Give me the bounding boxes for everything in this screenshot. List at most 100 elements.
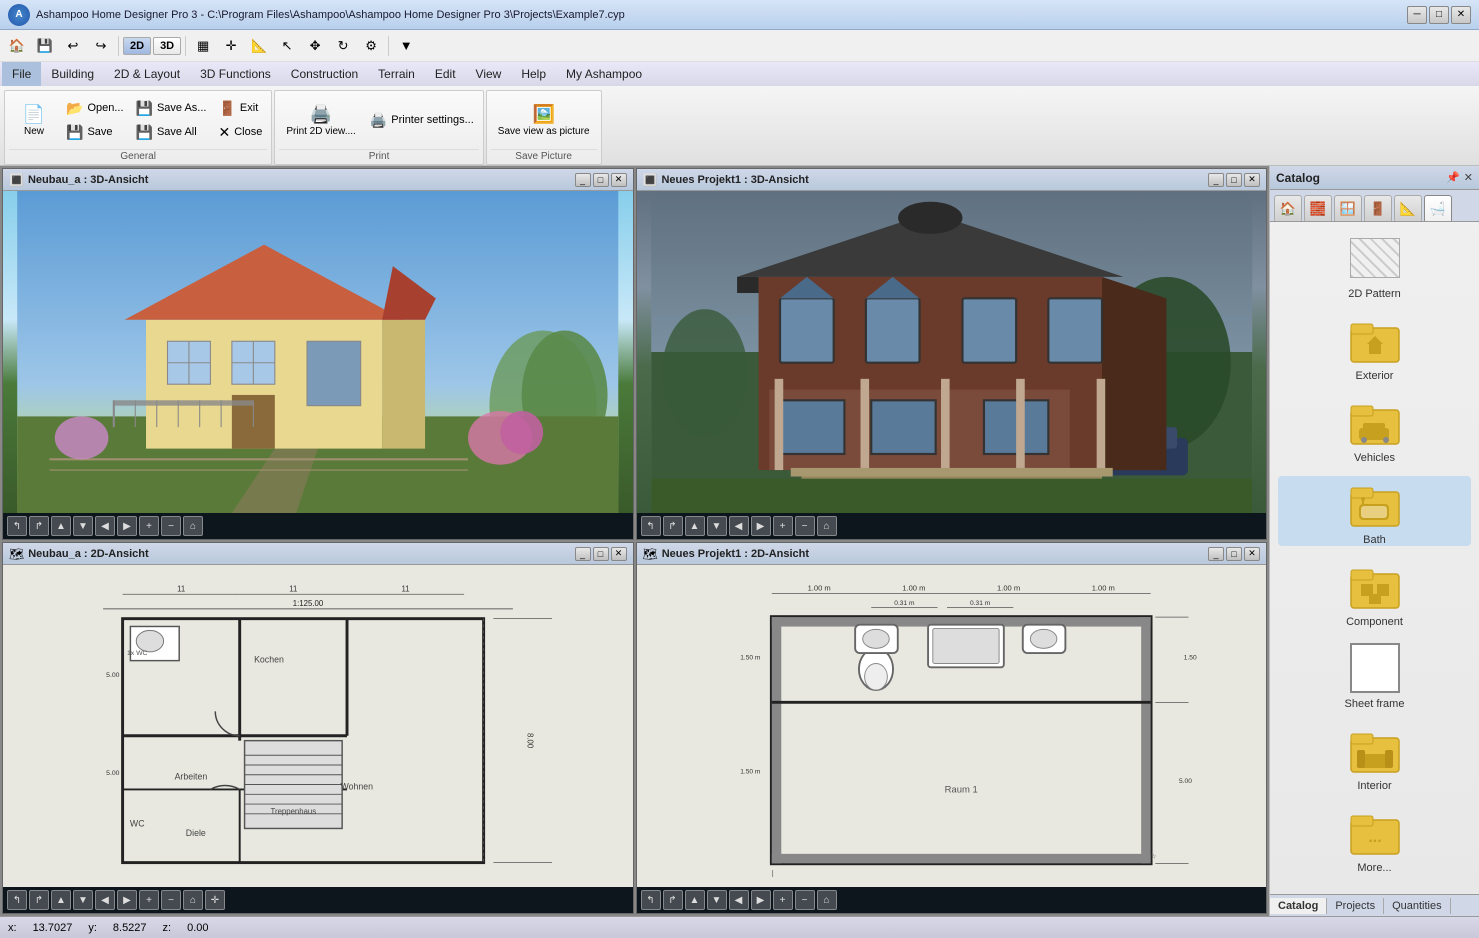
- save-quick-button[interactable]: 💾: [32, 34, 58, 58]
- vp-2d-1-tool-8[interactable]: −: [161, 890, 181, 910]
- vp-2d-2-tool-5[interactable]: ◀: [729, 890, 749, 910]
- home-button[interactable]: 🏠: [4, 34, 30, 58]
- vp-2d-2-tool-8[interactable]: −: [795, 890, 815, 910]
- vp-3d-1-tool-home[interactable]: ⌂: [183, 516, 203, 536]
- vp-3d-1-tool-left[interactable]: ◀: [95, 516, 115, 536]
- vp-3d-1-tool-rotate-left[interactable]: ↰: [7, 516, 27, 536]
- catalog-close-button[interactable]: ✕: [1464, 171, 1473, 184]
- catalog-tab-wall[interactable]: 🧱: [1304, 195, 1332, 221]
- vp-2d-1-scene[interactable]: 11 11 11 1:125.00: [3, 565, 633, 887]
- vp-2d-2-tool-9[interactable]: ⌂: [817, 890, 837, 910]
- printer-settings-button[interactable]: 🖨️ Printer settings...: [365, 109, 479, 132]
- dropdown-button[interactable]: ▼: [393, 34, 419, 58]
- vp-3d-1-tool-up[interactable]: ▲: [51, 516, 71, 536]
- close-button-ribbon[interactable]: ✕ Close: [213, 121, 267, 144]
- move-button[interactable]: ✥: [302, 34, 328, 58]
- menu-building[interactable]: Building: [41, 62, 104, 86]
- minimize-button[interactable]: ─: [1407, 6, 1427, 24]
- menu-construction[interactable]: Construction: [281, 62, 368, 86]
- vp-2d-1-tool-3[interactable]: ▲: [51, 890, 71, 910]
- undo-button[interactable]: ↩: [60, 34, 86, 58]
- vp-3d-2-tool-down[interactable]: ▼: [707, 516, 727, 536]
- menu-file[interactable]: File: [2, 62, 41, 86]
- menu-3d-functions[interactable]: 3D Functions: [190, 62, 281, 86]
- vp-3d-1-tool-right[interactable]: ▶: [117, 516, 137, 536]
- vp-2d-2-tool-1[interactable]: ↰: [641, 890, 661, 910]
- catalog-item-vehicles[interactable]: Vehicles: [1278, 394, 1471, 464]
- select-button[interactable]: ↖: [274, 34, 300, 58]
- close-button[interactable]: ✕: [1451, 6, 1471, 24]
- vp-3d-1-tool-zoom-in[interactable]: +: [139, 516, 159, 536]
- vp-3d-2-scene[interactable]: [637, 191, 1267, 513]
- catalog-item-component[interactable]: Component: [1278, 558, 1471, 628]
- catalog-item-2dpattern[interactable]: 2D Pattern: [1278, 230, 1471, 300]
- print-2d-button[interactable]: 🖨️ Print 2D view....: [279, 101, 362, 140]
- measure-button[interactable]: 📐: [246, 34, 272, 58]
- exit-button[interactable]: 🚪 Exit: [213, 97, 267, 120]
- new-button[interactable]: 📄 New: [9, 101, 59, 140]
- menu-help[interactable]: Help: [511, 62, 556, 86]
- vp-3d-1-tool-zoom-out[interactable]: −: [161, 516, 181, 536]
- vp-3d-1-tool-down[interactable]: ▼: [73, 516, 93, 536]
- vp-2d-1-restore[interactable]: □: [593, 547, 609, 561]
- save-view-picture-button[interactable]: 🖼️ Save view as picture: [491, 101, 597, 140]
- catalog-tab-home[interactable]: 🏠: [1274, 195, 1302, 221]
- catalog-bottom-tab-catalog[interactable]: Catalog: [1270, 898, 1327, 914]
- catalog-item-bath[interactable]: Bath: [1278, 476, 1471, 546]
- vp-3d-2-tool-left[interactable]: ◀: [729, 516, 749, 536]
- vp-2d-1-minimize[interactable]: _: [575, 547, 591, 561]
- catalog-item-exterior[interactable]: Exterior: [1278, 312, 1471, 382]
- vp-2d-2-scene[interactable]: 1.00 m 1.00 m 1.00 m 1.00 m 0.31 m 0.31 …: [637, 565, 1267, 887]
- vp-2d-2-restore[interactable]: □: [1226, 547, 1242, 561]
- vp-3d-2-tool-right[interactable]: ▶: [751, 516, 771, 536]
- save-button[interactable]: 💾 Save: [61, 121, 129, 144]
- catalog-scroll[interactable]: 2D Pattern Exterior: [1270, 222, 1479, 894]
- vp-2d-1-tool-6[interactable]: ▶: [117, 890, 137, 910]
- vp-3d-2-minimize[interactable]: _: [1208, 173, 1224, 187]
- vp-3d-2-tool-zoom-in[interactable]: +: [773, 516, 793, 536]
- vp-2d-1-close[interactable]: ✕: [611, 547, 627, 561]
- menu-view[interactable]: View: [466, 62, 512, 86]
- restore-button[interactable]: □: [1429, 6, 1449, 24]
- save-as-button[interactable]: 💾 Save As...: [131, 97, 212, 120]
- catalog-tab-window[interactable]: 🪟: [1334, 195, 1362, 221]
- vp-2d-1-tool-4[interactable]: ▼: [73, 890, 93, 910]
- menu-terrain[interactable]: Terrain: [368, 62, 425, 86]
- vp-2d-2-tool-3[interactable]: ▲: [685, 890, 705, 910]
- vp-2d-1-tool-2[interactable]: ↱: [29, 890, 49, 910]
- vp-3d-2-tool-rotate-left[interactable]: ↰: [641, 516, 661, 536]
- vp-2d-2-tool-4[interactable]: ▼: [707, 890, 727, 910]
- vp-3d-2-tool-rotate-right[interactable]: ↱: [663, 516, 683, 536]
- vp-2d-2-close[interactable]: ✕: [1244, 547, 1260, 561]
- vp-2d-1-tool-9[interactable]: ⌂: [183, 890, 203, 910]
- settings-button[interactable]: ⚙: [358, 34, 384, 58]
- mode-2d-button[interactable]: 2D: [123, 37, 151, 55]
- vp-3d-2-tool-up[interactable]: ▲: [685, 516, 705, 536]
- menu-my-ashampoo[interactable]: My Ashampoo: [556, 62, 652, 86]
- catalog-item-more[interactable]: ... More...: [1278, 804, 1471, 874]
- vp-2d-1-tool-7[interactable]: +: [139, 890, 159, 910]
- rotate-button[interactable]: ↻: [330, 34, 356, 58]
- vp-3d-2-close[interactable]: ✕: [1244, 173, 1260, 187]
- vp-3d-2-tool-home[interactable]: ⌂: [817, 516, 837, 536]
- vp-2d-2-minimize[interactable]: _: [1208, 547, 1224, 561]
- vp-2d-1-tool-5[interactable]: ◀: [95, 890, 115, 910]
- save-all-button[interactable]: 💾 Save All: [131, 121, 212, 144]
- catalog-tab-furniture[interactable]: 🛁: [1424, 195, 1452, 221]
- catalog-item-sheetframe[interactable]: Sheet frame: [1278, 640, 1471, 710]
- vp-2d-2-tool-2[interactable]: ↱: [663, 890, 683, 910]
- vp-3d-2-restore[interactable]: □: [1226, 173, 1242, 187]
- catalog-bottom-tab-projects[interactable]: Projects: [1327, 898, 1384, 914]
- menu-2d-layout[interactable]: 2D & Layout: [104, 62, 190, 86]
- vp-3d-1-close[interactable]: ✕: [611, 173, 627, 187]
- open-button[interactable]: 📂 Open...: [61, 97, 129, 120]
- vp-2d-2-tool-7[interactable]: +: [773, 890, 793, 910]
- vp-3d-1-scene[interactable]: [3, 191, 633, 513]
- vp-2d-1-tool-1[interactable]: ↰: [7, 890, 27, 910]
- catalog-item-interior[interactable]: Interior: [1278, 722, 1471, 792]
- vp-3d-1-restore[interactable]: □: [593, 173, 609, 187]
- vp-3d-1-minimize[interactable]: _: [575, 173, 591, 187]
- vp-2d-1-tool-settings[interactable]: ✛: [205, 890, 225, 910]
- catalog-bottom-tab-quantities[interactable]: Quantities: [1384, 898, 1451, 914]
- vp-2d-2-tool-6[interactable]: ▶: [751, 890, 771, 910]
